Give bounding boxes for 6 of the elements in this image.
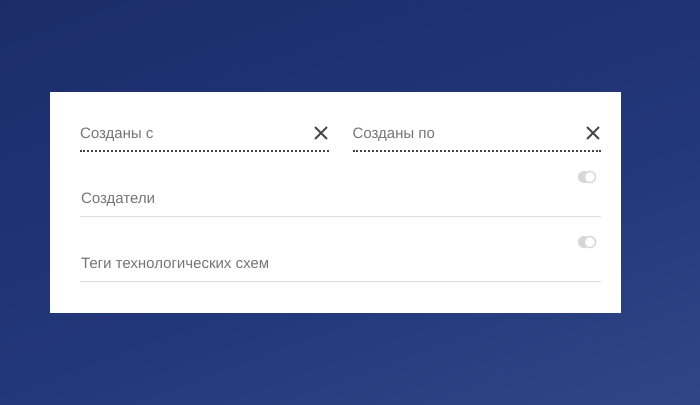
date-field[interactable]: Созданы с (80, 124, 314, 142)
date-field[interactable]: Созданы по (352, 124, 586, 142)
select-field[interactable]: Теги технологических схем (80, 243, 601, 282)
select-field[interactable]: Создатели (80, 178, 601, 217)
close-icon[interactable] (314, 126, 328, 140)
close-icon[interactable] (586, 126, 600, 140)
